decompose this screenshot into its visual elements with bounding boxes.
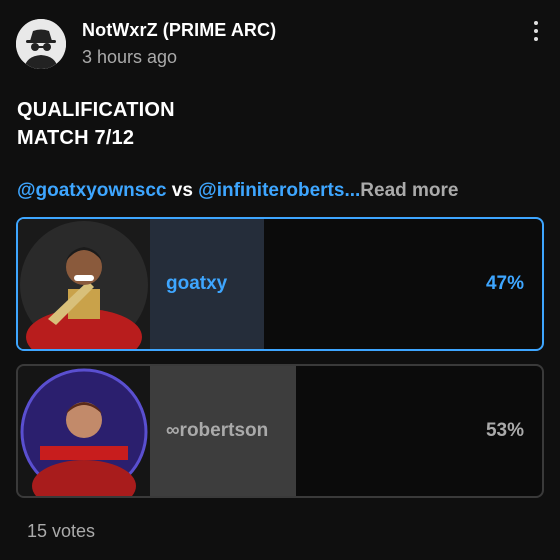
post-mentions: @goatxyownscc vs @infiniteroberts...Read… [17,180,458,202]
option-label: goatxy [166,273,228,294]
option-percent: 47% [485,273,524,294]
title-line-1: QUALIFICATION [17,99,175,121]
vote-count: 15 votes [27,521,96,541]
author-name[interactable]: NotWxrZ (PRIME ARC) [82,20,276,41]
option-percent: 53% [485,420,524,441]
read-more-link[interactable]: Read more [360,180,458,201]
post-header: NotWxrZ (PRIME ARC) 3 hours ago [16,16,550,72]
poll-option-robertson[interactable]: ∞robertson 53% [16,364,544,498]
poll-option-goatxy[interactable]: goatxy 47% [16,217,544,351]
incognito-spy-icon [16,19,66,69]
channel-avatar[interactable] [16,19,66,69]
mention-link-1[interactable]: @goatxyownscc [17,180,166,201]
vs-text: vs [166,180,199,201]
option-image-goatxy [18,219,150,349]
post-title: QUALIFICATION MATCH 7/12 [17,96,417,152]
more-vertical-icon[interactable] [526,16,546,46]
ellipsis-text: ... [344,180,361,201]
mention-link-2[interactable]: @infiniteroberts [198,180,344,201]
option-label: ∞robertson [166,420,269,441]
post-time: 3 hours ago [82,47,178,67]
option-image-robertson [18,366,150,496]
title-line-2: MATCH 7/12 [17,127,135,149]
